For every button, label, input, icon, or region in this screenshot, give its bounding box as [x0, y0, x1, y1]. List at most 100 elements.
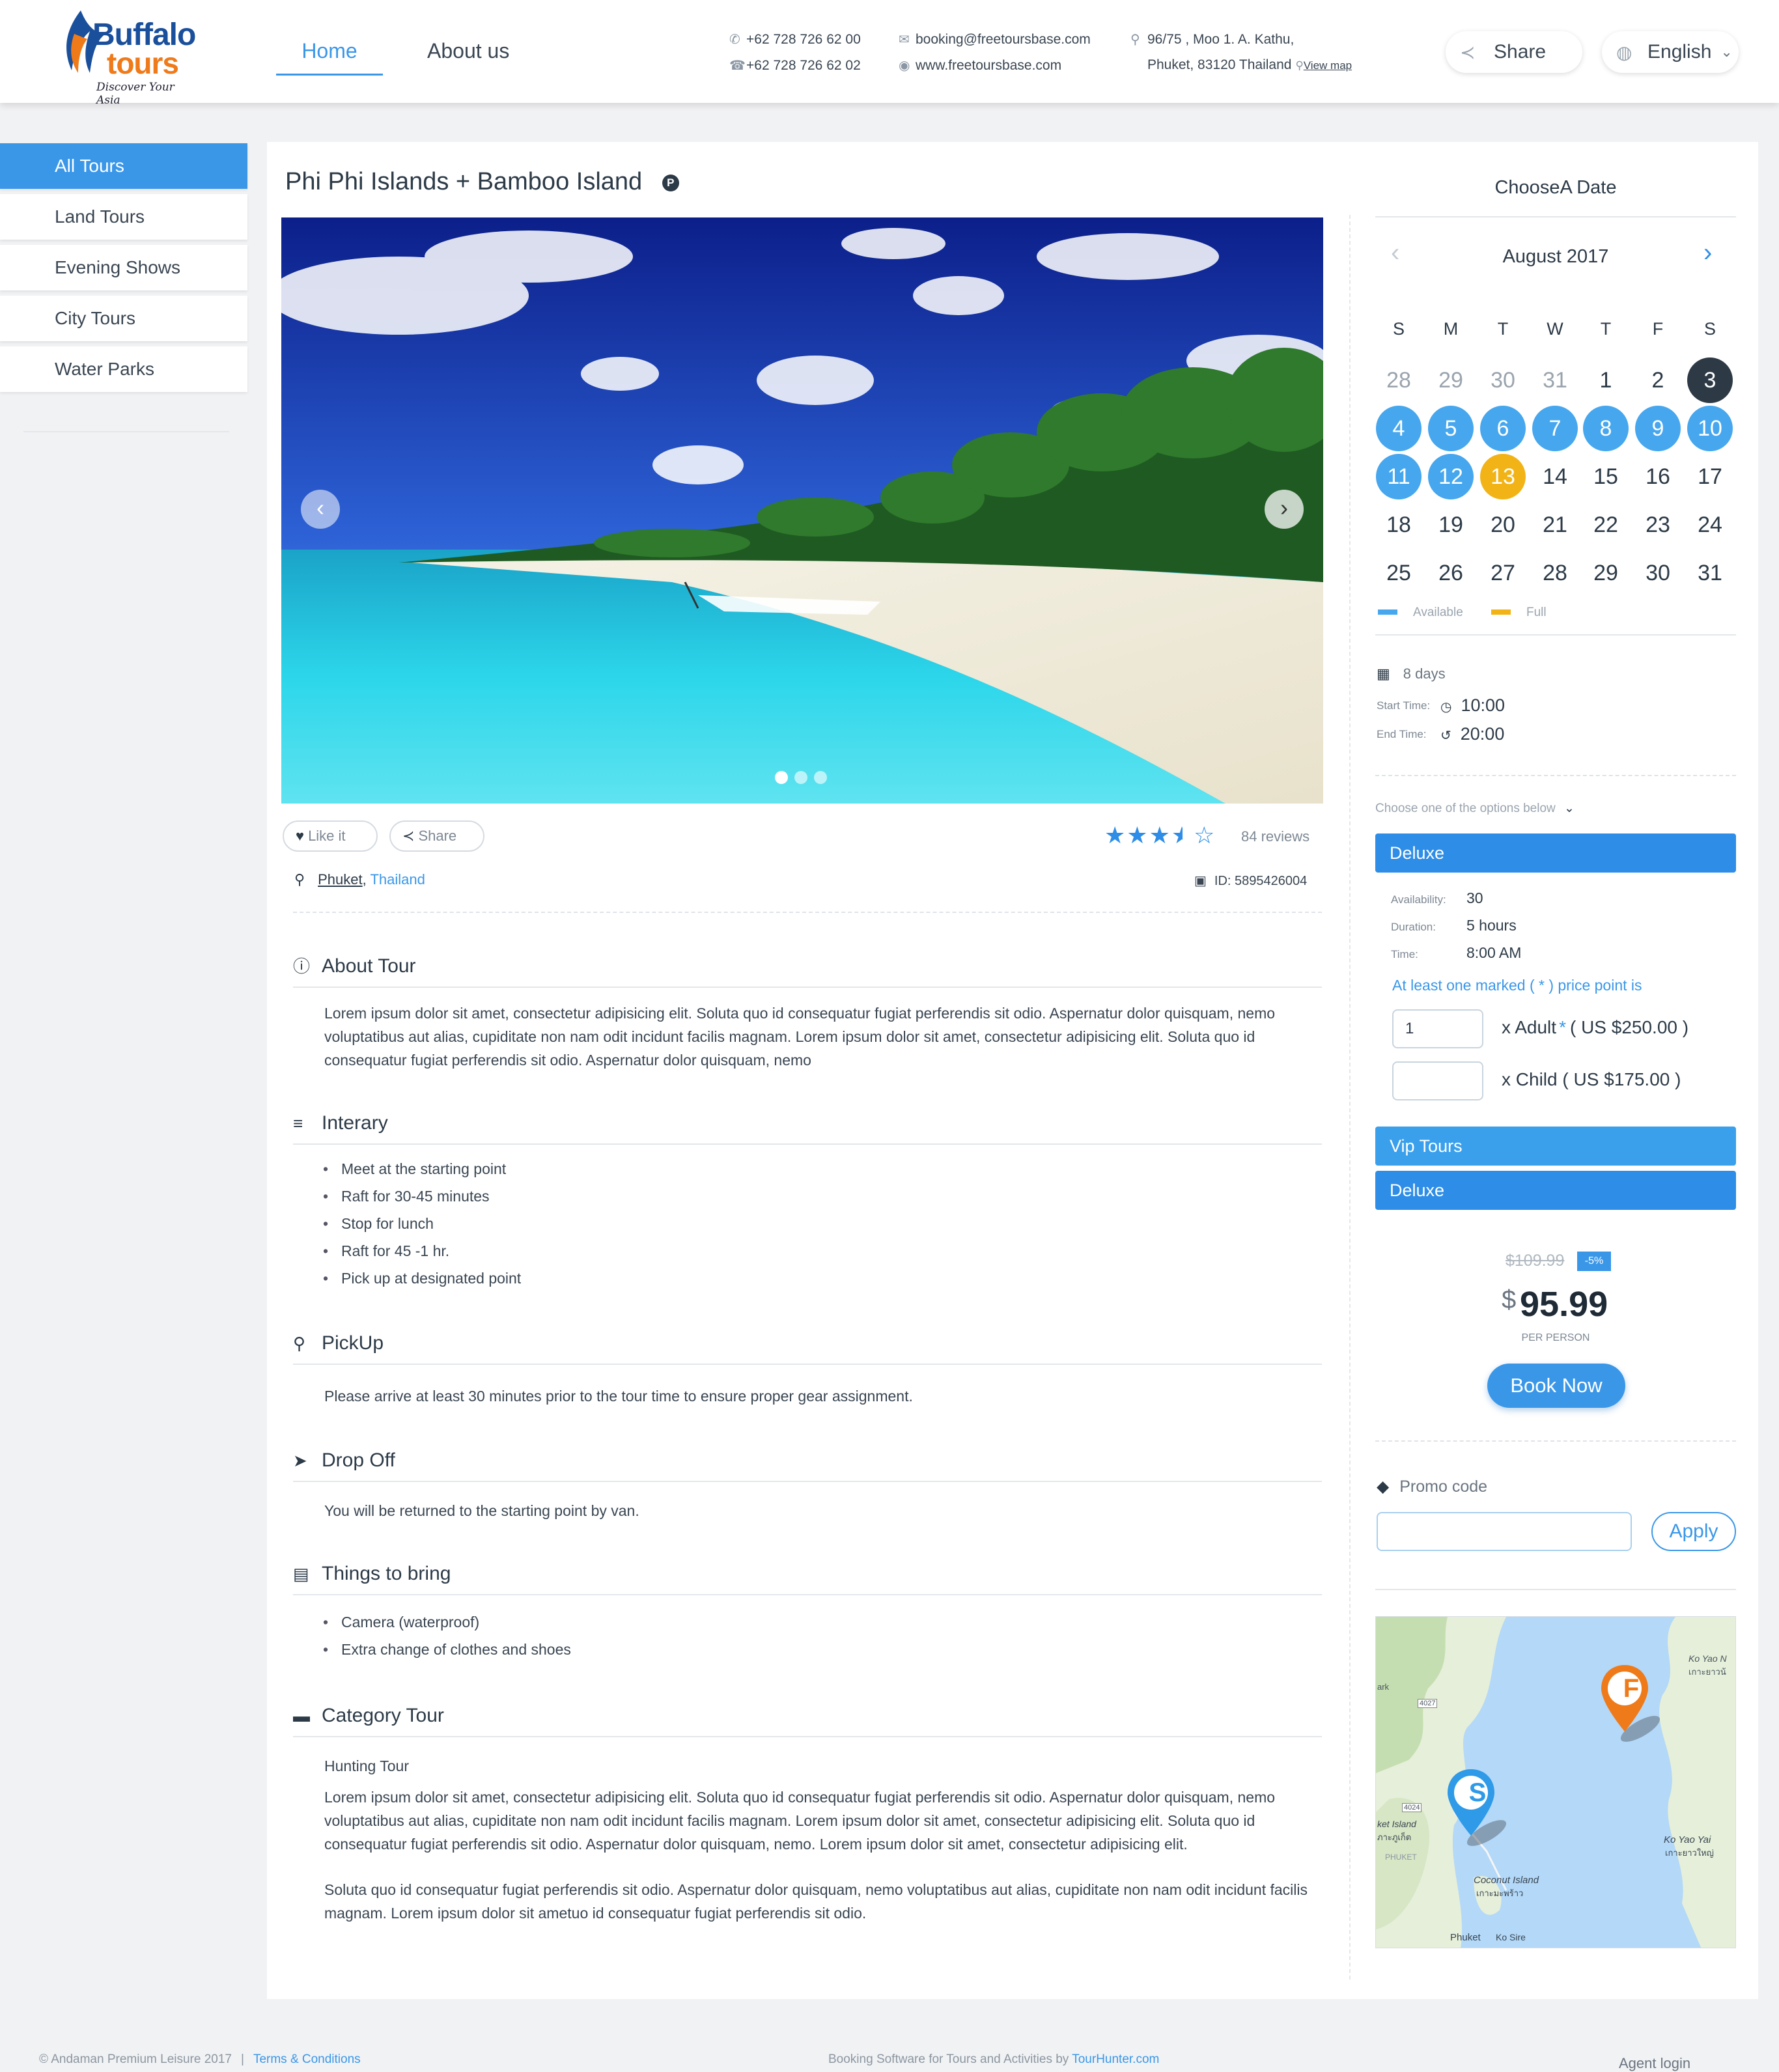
option-deluxe-2[interactable]: Deluxe	[1375, 1171, 1736, 1210]
tourhunter-link[interactable]: TourHunter.com	[1072, 2052, 1159, 2066]
legend-available-swatch	[1378, 609, 1397, 615]
email[interactable]: ✉ booking@freetoursbase.com	[899, 31, 1091, 48]
like-label: Like it	[308, 828, 346, 844]
itinerary-item: Raft for 45 -1 hr.	[323, 1242, 521, 1270]
website[interactable]: ◉ www.freetoursbase.com	[899, 57, 1061, 74]
choose-option-hint: Choose one of the options below ⌄	[1375, 801, 1575, 816]
address-line-1-text: 96/75 , Moo 1. A. Kathu,	[1147, 32, 1295, 47]
small-marker-icon: ⚲	[1295, 59, 1304, 72]
carousel-next-button[interactable]: ›	[1265, 490, 1304, 529]
section-category-heading: ▬ Category Tour	[293, 1705, 1322, 1737]
list-icon: ≡	[293, 1113, 303, 1133]
carousel-dot-1[interactable]	[775, 771, 788, 784]
tour-photo-carousel[interactable]: ‹ ›	[281, 217, 1323, 804]
section-pickup-heading: ⚲ PickUp	[293, 1332, 1322, 1365]
calendar-day[interactable]: 6	[1480, 406, 1526, 451]
end-time: ↺ 20:00	[1440, 724, 1504, 744]
calendar-day[interactable]: 13	[1480, 454, 1526, 499]
book-now-button[interactable]: Book Now	[1487, 1364, 1625, 1408]
map-label: Ko Yao N	[1688, 1653, 1727, 1664]
calendar-day[interactable]: 16	[1634, 455, 1682, 498]
pickup-text: Please arrive at least 30 minutes prior …	[324, 1388, 913, 1405]
location-arrow-icon: ➤	[293, 1451, 307, 1470]
calendar-day[interactable]: 5	[1428, 406, 1474, 451]
tour-id: ▣ ID: 5895426004	[1194, 873, 1307, 889]
calendar-day[interactable]: 25	[1375, 552, 1423, 595]
calendar-day[interactable]: 31	[1686, 552, 1734, 595]
sidebar-item-water-parks[interactable]: Water Parks	[0, 346, 247, 392]
adult-price: ( US $250.00 )	[1569, 1017, 1689, 1037]
share-button[interactable]: ≺ Share	[389, 820, 484, 852]
calendar-day[interactable]: 8	[1583, 406, 1629, 451]
carousel-prev-button[interactable]: ‹	[301, 490, 340, 529]
calendar-day[interactable]: 4	[1376, 406, 1422, 451]
calendar-day[interactable]: 19	[1427, 503, 1475, 546]
duration-days: ▦ 8 days	[1377, 665, 1446, 682]
calendar-day[interactable]: 27	[1479, 552, 1527, 595]
agent-login-link[interactable]: Agent login	[1619, 2055, 1690, 2072]
view-map-link[interactable]: View map	[1304, 59, 1352, 72]
nav-about-us[interactable]: About us	[427, 39, 509, 63]
calendar-day[interactable]: 26	[1427, 552, 1475, 595]
sidebar-item-evening-shows[interactable]: Evening Shows	[0, 245, 247, 290]
adult-quantity-input[interactable]	[1392, 1009, 1483, 1048]
share-icon: ≺	[402, 828, 415, 844]
section-bring-title: Things to bring	[322, 1563, 451, 1584]
option-deluxe[interactable]: Deluxe	[1375, 833, 1736, 873]
option-vip-tours[interactable]: Vip Tours	[1375, 1127, 1736, 1166]
tour-map[interactable]: Ko Yao N เกาะยาวน้ ark 4027 4024 ket Isl…	[1375, 1616, 1736, 1948]
calendar-day[interactable]: 14	[1531, 455, 1579, 498]
calendar-day[interactable]: 15	[1582, 455, 1630, 498]
carousel-dot-3[interactable]	[814, 771, 827, 784]
calendar-day[interactable]: 30	[1634, 552, 1682, 595]
sidebar-item-city-tours[interactable]: City Tours	[0, 296, 247, 341]
weekday-label: T	[1600, 319, 1612, 339]
calendar-day[interactable]: 7	[1532, 406, 1578, 451]
reviews-count[interactable]: 84 reviews	[1241, 828, 1310, 845]
calendar-day[interactable]: 10	[1687, 406, 1733, 451]
itinerary-item: Pick up at designated point	[323, 1270, 521, 1297]
calendar-day[interactable]: 23	[1634, 503, 1682, 546]
calendar-day[interactable]: 18	[1375, 503, 1423, 546]
price-point-note: At least one marked ( * ) price point is	[1392, 977, 1642, 994]
calendar-day[interactable]: 3	[1687, 357, 1733, 403]
logo[interactable]: Buffalo tours Discover Your Asia	[55, 8, 198, 107]
old-price: $109.99	[1506, 1252, 1565, 1270]
language-selector[interactable]: ◍ English ⌄	[1602, 31, 1739, 73]
calendar-day[interactable]: 22	[1582, 503, 1630, 546]
sidebar-item-all-tours[interactable]: All Tours	[0, 143, 247, 189]
calendar-day[interactable]: 11	[1376, 454, 1422, 499]
calendar-day[interactable]: 17	[1686, 455, 1734, 498]
carousel-dot-2[interactable]	[794, 771, 807, 784]
calendar-day[interactable]: 1	[1582, 359, 1630, 402]
star-full-icon: ★	[1127, 822, 1149, 848]
header-share-button[interactable]: ≺ Share	[1446, 31, 1582, 73]
tour-location: ⚲ Phuket, Thailand	[294, 871, 425, 888]
calendar-day[interactable]: 20	[1479, 503, 1527, 546]
location-city[interactable]: Phuket	[318, 871, 363, 888]
calendar-day[interactable]: 9	[1635, 406, 1681, 451]
end-time-value: 20:00	[1460, 724, 1505, 744]
sidebar-item-land-tours[interactable]: Land Tours	[0, 194, 247, 240]
location-country[interactable]: Thailand	[370, 871, 425, 888]
phone-primary: ✆ +62 728 726 62 00	[729, 31, 861, 48]
like-button[interactable]: ♥ Like it	[283, 820, 378, 852]
divider	[1375, 1440, 1736, 1442]
calendar-day[interactable]: 28	[1531, 552, 1579, 595]
promo-code-input[interactable]	[1377, 1512, 1632, 1551]
section-bring-heading: ▤ Things to bring	[293, 1563, 1322, 1595]
child-quantity-input[interactable]	[1392, 1061, 1483, 1100]
terms-link[interactable]: Terms & Conditions	[253, 2052, 361, 2066]
map-label: Ko Yao Yai	[1664, 1834, 1711, 1845]
map-road-sign: 4024	[1402, 1803, 1422, 1812]
calendar-next-button[interactable]: ›	[1703, 238, 1712, 268]
calendar-day[interactable]: 24	[1686, 503, 1734, 546]
header-share-label: Share	[1494, 41, 1547, 63]
calendar-day[interactable]: 29	[1582, 552, 1630, 595]
apply-button[interactable]: Apply	[1651, 1512, 1736, 1551]
calendar-day[interactable]: 21	[1531, 503, 1579, 546]
calendar-day[interactable]: 2	[1634, 359, 1682, 402]
calendar-day[interactable]: 12	[1428, 454, 1474, 499]
nav-home[interactable]: Home	[276, 39, 383, 76]
promo-code-text: Promo code	[1399, 1477, 1488, 1496]
